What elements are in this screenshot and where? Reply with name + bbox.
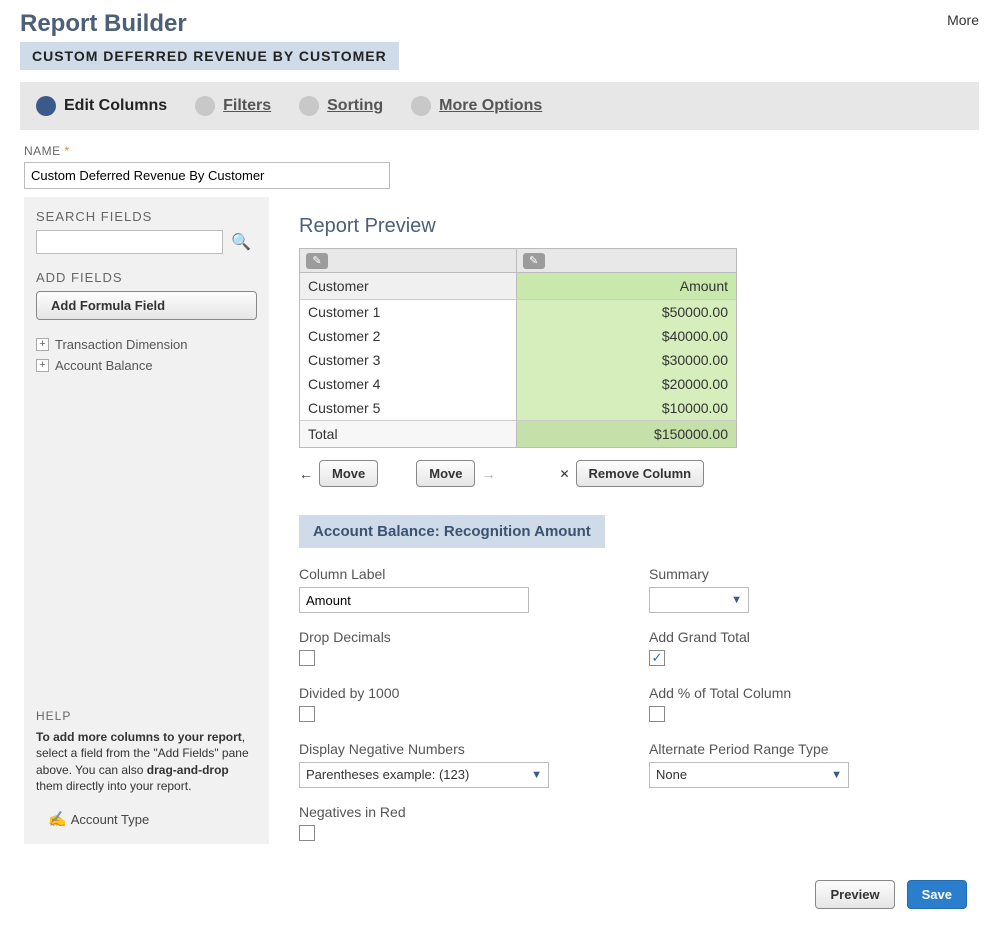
save-button[interactable]: Save — [907, 880, 967, 909]
step-edit-columns[interactable]: Edit Columns — [36, 96, 167, 116]
report-subtitle: CUSTOM DEFERRED REVENUE BY CUSTOMER — [20, 42, 399, 70]
edit-column-icon[interactable]: ✎ — [523, 253, 545, 269]
table-row: Customer 1$50000.00 — [300, 300, 737, 325]
chevron-down-icon: ▼ — [731, 594, 742, 606]
summary-select[interactable]: ▼ — [649, 587, 749, 613]
table-row: Customer 2$40000.00 — [300, 324, 737, 348]
summary-label: Summary — [649, 566, 979, 582]
step-dot-icon — [299, 96, 319, 116]
chevron-down-icon: ▼ — [531, 769, 542, 781]
table-row: Customer 5$10000.00 — [300, 396, 737, 421]
tree-item-transaction-dimension[interactable]: + Transaction Dimension — [36, 334, 257, 355]
step-filters[interactable]: Filters — [195, 96, 271, 116]
step-dot-icon — [36, 96, 56, 116]
name-label: NAME * — [24, 144, 999, 158]
search-icon[interactable]: 🔍 — [231, 232, 251, 252]
chevron-down-icon: ▼ — [831, 769, 842, 781]
help-heading: HELP — [36, 709, 257, 723]
column-label-input[interactable] — [299, 587, 529, 613]
field-tree: + Transaction Dimension + Account Balanc… — [36, 334, 257, 697]
total-value: $150000.00 — [516, 421, 736, 448]
preview-button[interactable]: Preview — [815, 880, 894, 909]
drop-decimals-label: Drop Decimals — [299, 629, 629, 645]
search-fields-input[interactable] — [36, 230, 223, 254]
table-total-row: Total $150000.00 — [300, 421, 737, 448]
divided-by-1000-checkbox[interactable] — [299, 706, 315, 722]
search-fields-heading: SEARCH FIELDS — [36, 209, 257, 224]
step-sorting[interactable]: Sorting — [299, 96, 383, 116]
edit-column-icon[interactable]: ✎ — [306, 253, 328, 269]
drag-sample-label: Account Type — [71, 812, 150, 827]
table-row: Customer 3$30000.00 — [300, 348, 737, 372]
tree-item-label: Transaction Dimension — [55, 337, 187, 352]
drop-decimals-checkbox[interactable] — [299, 650, 315, 666]
step-more-options[interactable]: More Options — [411, 96, 542, 116]
display-negative-label: Display Negative Numbers — [299, 741, 629, 757]
add-grand-total-label: Add Grand Total — [649, 629, 979, 645]
negatives-in-red-label: Negatives in Red — [299, 804, 629, 820]
alternate-period-select[interactable]: None ▼ — [649, 762, 849, 788]
remove-column-button[interactable]: Remove Column — [576, 460, 705, 487]
help-text: To add more columns to your report, sele… — [36, 729, 257, 794]
more-link[interactable]: More — [947, 12, 979, 28]
column-label-label: Column Label — [299, 566, 629, 582]
tree-item-label: Account Balance — [55, 358, 153, 373]
report-name-input[interactable] — [24, 162, 390, 189]
arrow-right-icon: → — [481, 466, 495, 482]
drag-hint: ✍ Account Type — [48, 810, 257, 828]
move-right-button[interactable]: Move — [416, 460, 475, 487]
move-left-button[interactable]: Move — [319, 460, 378, 487]
tree-item-account-balance[interactable]: + Account Balance — [36, 355, 257, 376]
column-config-title: Account Balance: Recognition Amount — [299, 515, 605, 548]
add-formula-field-button[interactable]: Add Formula Field — [36, 291, 257, 320]
step-label: Filters — [223, 97, 271, 115]
expand-icon[interactable]: + — [36, 338, 49, 351]
arrow-left-icon: ← — [299, 466, 313, 482]
report-preview-title: Report Preview — [299, 215, 979, 238]
add-fields-heading: ADD FIELDS — [36, 270, 257, 285]
total-label: Total — [300, 421, 517, 448]
negatives-in-red-checkbox[interactable] — [299, 825, 315, 841]
column-header-customer[interactable]: Customer — [300, 273, 517, 300]
step-label: Edit Columns — [64, 97, 167, 115]
step-label: Sorting — [327, 97, 383, 115]
help-box: HELP To add more columns to your report,… — [36, 697, 257, 828]
add-pct-total-label: Add % of Total Column — [649, 685, 979, 701]
table-row: Customer 4$20000.00 — [300, 372, 737, 396]
alternate-period-label: Alternate Period Range Type — [649, 741, 979, 757]
step-dot-icon — [195, 96, 215, 116]
add-grand-total-checkbox[interactable]: ✓ — [649, 650, 665, 666]
wizard-steps: Edit Columns Filters Sorting More Option… — [20, 82, 979, 130]
add-pct-total-checkbox[interactable] — [649, 706, 665, 722]
step-dot-icon — [411, 96, 431, 116]
left-panel: SEARCH FIELDS 🔍 ADD FIELDS Add Formula F… — [24, 197, 269, 844]
divided-by-1000-label: Divided by 1000 — [299, 685, 629, 701]
page-title: Report Builder — [20, 10, 979, 38]
cursor-icon: ✍ — [48, 810, 67, 828]
column-header-amount[interactable]: Amount — [516, 273, 736, 300]
step-label: More Options — [439, 97, 542, 115]
close-icon: ✕ — [559, 467, 569, 481]
preview-table: ✎ ✎ Customer Amount Customer 1$50000.00 … — [299, 248, 737, 448]
right-content: Report Preview ✎ ✎ Customer Amount Custo… — [299, 197, 979, 844]
display-negative-select[interactable]: Parentheses example: (123) ▼ — [299, 762, 549, 788]
expand-icon[interactable]: + — [36, 359, 49, 372]
